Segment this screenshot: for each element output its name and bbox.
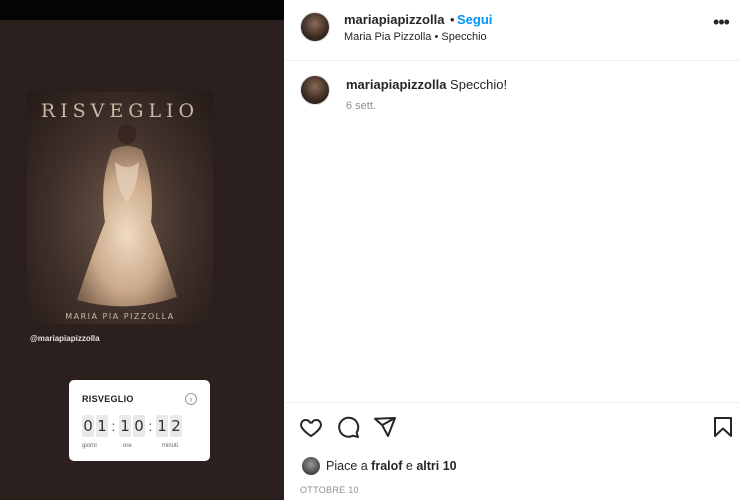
bookmark-icon[interactable] — [711, 415, 735, 439]
follow-button[interactable]: Segui — [457, 12, 492, 27]
more-icon[interactable]: ••• — [710, 13, 732, 36]
caption-avatar[interactable] — [300, 75, 330, 105]
countdown-digit: 0 — [133, 415, 145, 437]
album-cover: RISVEGLIO MARIA PIA PIZZOLLA — [27, 92, 213, 324]
caption-username[interactable]: mariapiapizzolla — [346, 77, 446, 92]
post-sidebar: mariapiapizzolla • Segui Maria Pia Pizzo… — [284, 0, 740, 500]
heart-icon[interactable] — [299, 415, 323, 439]
post-media[interactable]: RISVEGLIO MARIA PIA PIZZOLLA @mariapiapi… — [0, 0, 284, 500]
caption-text: Specchio! — [450, 77, 508, 92]
countdown-sticker[interactable]: RISVEGLIO › 0 1 : 1 0 : 1 2 giorni ore m… — [69, 380, 210, 461]
likes-others-link[interactable]: altri 10 — [416, 459, 456, 473]
countdown-digit: 1 — [156, 415, 168, 437]
countdown-digit: 2 — [170, 415, 182, 437]
share-icon[interactable] — [373, 415, 397, 439]
album-artist: MARIA PIA PIZZOLLA — [65, 312, 175, 321]
user-mention[interactable]: @mariapiapizzolla — [30, 334, 100, 343]
label-days: giorni — [82, 443, 97, 449]
likes-prefix: Piace a — [326, 459, 372, 473]
countdown-colon: : — [111, 418, 116, 434]
countdown-digit: 1 — [119, 415, 131, 437]
countdown-digit: 0 — [82, 415, 94, 437]
likes-text: Piace a fralof e altri 10 — [326, 459, 457, 473]
avatar[interactable] — [300, 12, 330, 42]
comment-icon[interactable] — [336, 415, 360, 439]
countdown-title: RISVEGLIO — [82, 394, 134, 404]
likes-mid: e — [402, 459, 417, 473]
header-subtitle[interactable]: Maria Pia Pizzolla • Specchio — [344, 31, 487, 43]
post-header: mariapiapizzolla • Segui Maria Pia Pizzo… — [284, 0, 740, 61]
countdown-arrow-icon[interactable]: › — [185, 393, 197, 405]
countdown-digits: 0 1 : 1 0 : 1 2 — [82, 414, 184, 438]
liker-username[interactable]: fralof — [371, 459, 402, 473]
album-title: RISVEGLIO — [40, 100, 200, 122]
label-hours: ore — [123, 443, 132, 449]
liker-avatar[interactable] — [302, 457, 320, 475]
separator-dot: • — [450, 12, 455, 27]
caption-time: 6 sett. — [346, 100, 376, 112]
label-minutes: minuti — [162, 443, 179, 449]
header-username[interactable]: mariapiapizzolla — [344, 12, 444, 27]
media-top-bar — [0, 0, 284, 20]
countdown-digit: 1 — [96, 415, 108, 437]
countdown-colon: : — [148, 418, 153, 434]
caption: mariapiapizzolla Specchio! — [346, 77, 507, 92]
dress-figure — [77, 124, 177, 307]
post-date: OTTOBRE 10 — [300, 485, 359, 495]
action-bar: Piace a fralof e altri 10 OTTOBRE 10 — [284, 402, 740, 500]
